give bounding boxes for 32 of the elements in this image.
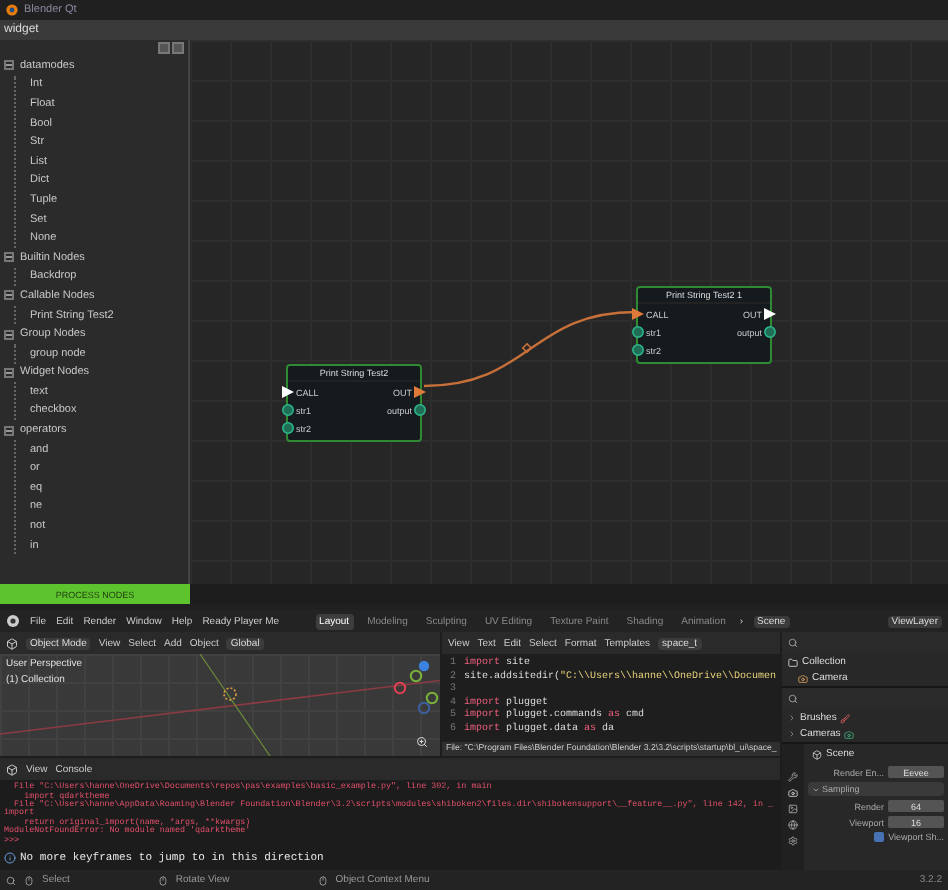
image-icon[interactable] — [788, 804, 798, 814]
app-logo-icon — [6, 4, 18, 16]
editor-type-icon[interactable] — [6, 763, 18, 775]
collapse-icon[interactable] — [4, 252, 14, 263]
brush-icon — [840, 713, 851, 723]
mouse-icon — [24, 875, 34, 885]
scene-icon — [812, 749, 822, 759]
collapse-icon[interactable] — [4, 425, 14, 436]
y-axis-line — [199, 654, 271, 756]
tool-icon[interactable] — [788, 772, 798, 782]
camera-icon — [844, 729, 855, 739]
mouse-icon — [157, 875, 168, 885]
camera-icon[interactable] — [788, 788, 798, 798]
checkbox[interactable] — [874, 832, 885, 842]
collection-icon — [788, 657, 798, 667]
search-icon[interactable] — [788, 694, 798, 704]
origin-icon — [223, 687, 237, 701]
search-icon — [6, 875, 16, 885]
info-icon — [4, 851, 16, 863]
editor-type-icon[interactable] — [6, 637, 18, 649]
mouse-icon — [317, 875, 328, 885]
search-icon[interactable] — [788, 638, 798, 648]
globe-icon[interactable] — [788, 820, 798, 830]
settings-icon[interactable] — [788, 836, 798, 846]
collapse-icon[interactable] — [4, 290, 14, 301]
navigation-gizmo-drawing — [393, 660, 440, 715]
collapse-icon[interactable] — [4, 367, 14, 378]
collapse-icon[interactable] — [4, 60, 14, 71]
blender-logo-icon — [6, 614, 20, 628]
zoom-icon[interactable] — [415, 736, 428, 748]
camera-icon — [798, 673, 808, 683]
collapse-icon[interactable] — [4, 329, 14, 340]
